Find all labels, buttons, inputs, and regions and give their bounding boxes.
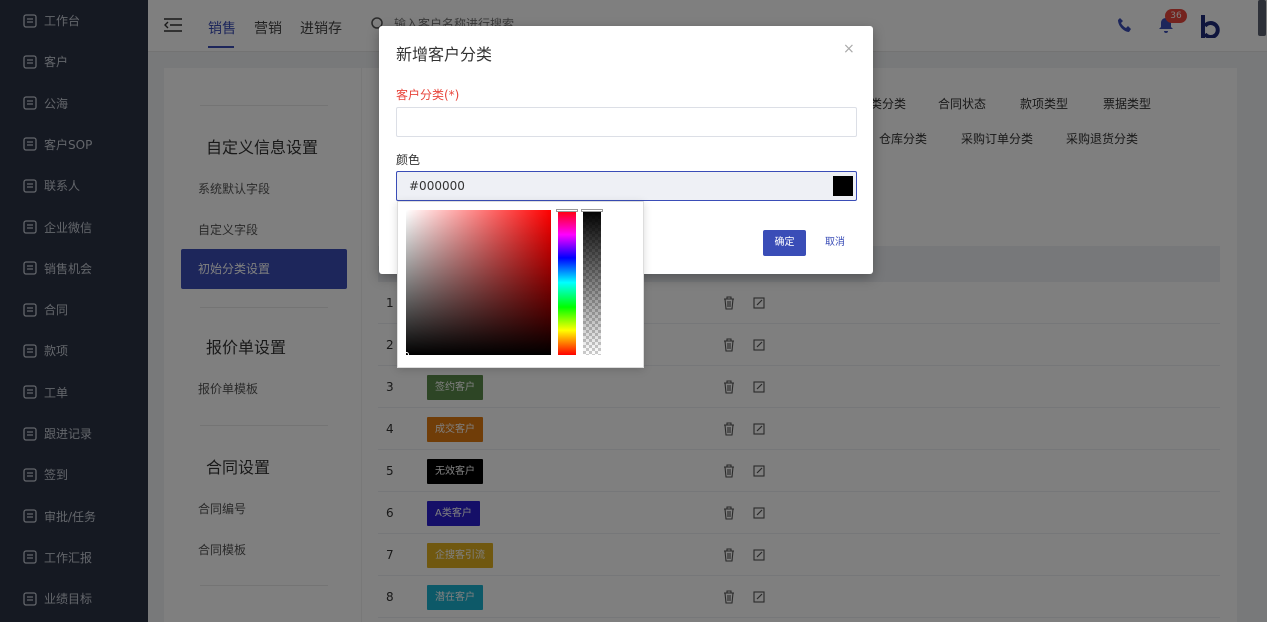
saturation-value-area[interactable] [406, 210, 551, 355]
color-input[interactable]: #000000 [396, 171, 857, 201]
cancel-button[interactable]: 取消 [825, 230, 845, 256]
hue-slider[interactable] [558, 210, 576, 355]
alpha-slider-thumb[interactable] [581, 209, 603, 212]
category-field-label: 客户分类(*) [396, 88, 460, 102]
color-swatch[interactable] [833, 176, 853, 196]
color-picker-panel [397, 201, 644, 368]
close-icon[interactable]: × [843, 41, 855, 57]
confirm-button[interactable]: 确定 [763, 230, 806, 256]
alpha-slider[interactable] [583, 210, 601, 355]
color-field-label: 颜色 [396, 153, 421, 167]
hue-slider-thumb[interactable] [556, 209, 578, 212]
dialog-title: 新增客户分类 [396, 45, 493, 64]
sv-cursor[interactable] [404, 352, 409, 357]
category-name-input[interactable] [396, 107, 857, 137]
color-value: #000000 [409, 179, 465, 193]
